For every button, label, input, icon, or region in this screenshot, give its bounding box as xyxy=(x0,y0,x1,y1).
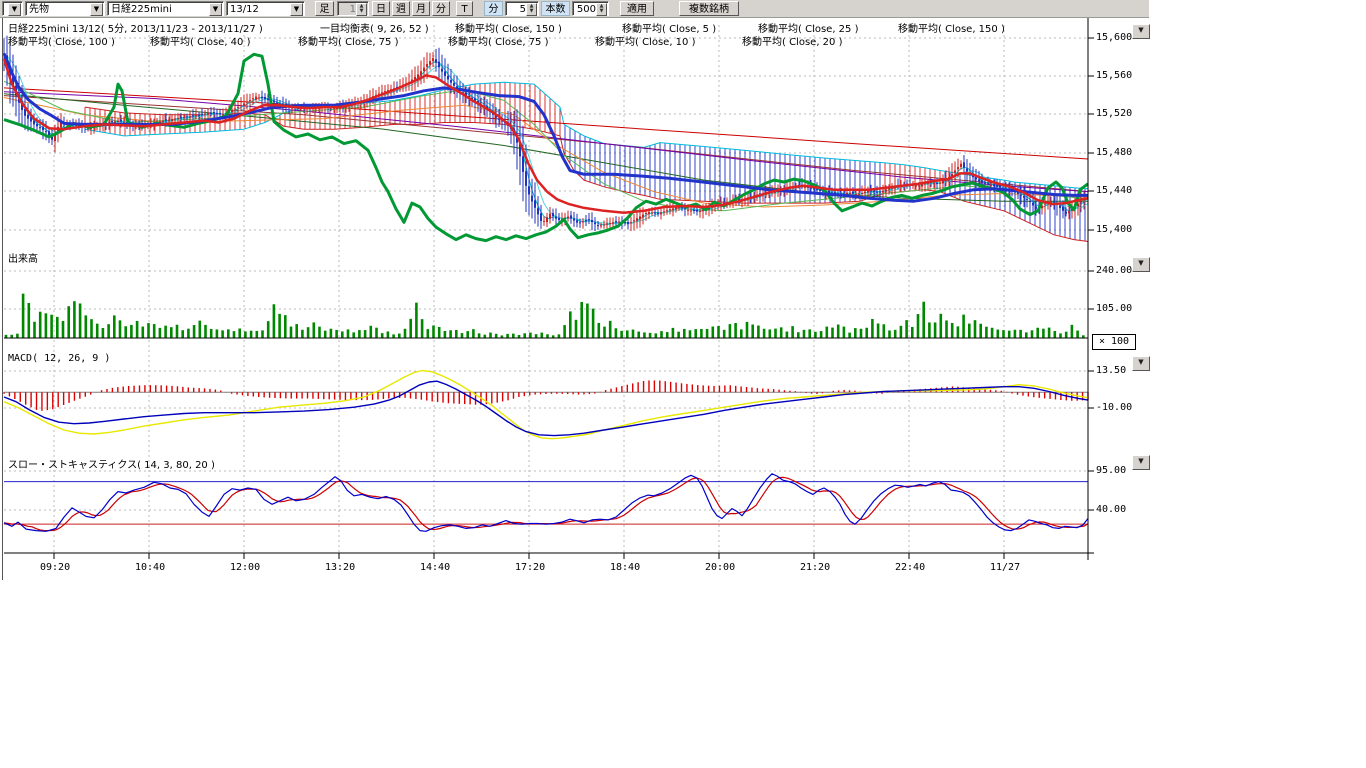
mini-dropdown[interactable]: ▼ xyxy=(2,1,23,16)
minute-value-stepper[interactable]: 5▲▼ xyxy=(505,1,539,16)
price-panel-menu-button[interactable]: ▼ xyxy=(1132,24,1150,39)
y-axis-label: 13.50 xyxy=(1096,365,1126,376)
chart-application-window: ▼ 先物▼ 日経225mini▼ 13/12▼ 足 1▲▼ 日 週 月 分 T … xyxy=(0,0,1149,580)
macd-panel-label: MACD( 12, 26, 9 ) xyxy=(8,353,110,364)
y-axis-label: 240.00 xyxy=(1096,265,1132,276)
y-axis-label: 105.00 xyxy=(1096,303,1132,314)
x-axis-label: 09:20 xyxy=(40,562,70,573)
legend-item: 移動平均( Close, 10 ) xyxy=(595,33,695,48)
chevron-down-icon: ▼ xyxy=(1138,358,1143,366)
x-axis-label: 18:40 xyxy=(610,562,640,573)
minute-button[interactable]: 分 xyxy=(432,1,450,16)
chevron-down-icon: ▼ xyxy=(1138,457,1143,465)
ashi-button[interactable]: 足 xyxy=(315,1,334,16)
toolbar: ▼ 先物▼ 日経225mini▼ 13/12▼ 足 1▲▼ 日 週 月 分 T … xyxy=(0,0,1149,18)
week-button[interactable]: 週 xyxy=(392,1,410,16)
volume-panel-menu-button[interactable]: ▼ xyxy=(1132,257,1150,272)
x-axis-label: 10:40 xyxy=(135,562,165,573)
y-axis-label: 40.00 xyxy=(1096,504,1126,515)
stochastics-panel-label: スロー・ストキャスティクス( 14, 3, 80, 20 ) xyxy=(8,456,215,471)
x-axis-label: 17:20 xyxy=(515,562,545,573)
macd-panel xyxy=(4,371,1088,439)
legend-item: 移動平均( Close, 75 ) xyxy=(448,33,548,48)
chevron-down-icon[interactable]: ▼ xyxy=(90,3,103,16)
y-axis-label: 15,480 xyxy=(1096,147,1132,158)
volume-multiplier-badge: × 100 xyxy=(1092,334,1136,350)
volume-panel-label: 出来高 xyxy=(8,250,38,265)
legend-item: 移動平均( Close, 100 ) xyxy=(8,33,115,48)
minute-unit-label: 分 xyxy=(484,1,503,16)
spinner-arrows-icon[interactable]: ▲▼ xyxy=(596,3,607,16)
x-axis-label: 11/27 xyxy=(990,562,1020,573)
y-axis-label: 95.00 xyxy=(1096,465,1126,476)
month-button[interactable]: 月 xyxy=(412,1,430,16)
stoch-panel-menu-button[interactable]: ▼ xyxy=(1132,455,1150,470)
y-axis-label: 15,520 xyxy=(1096,108,1132,119)
spinner-arrows-icon[interactable]: ▲▼ xyxy=(526,3,537,16)
x-axis-label: 21:20 xyxy=(800,562,830,573)
day-button[interactable]: 日 xyxy=(372,1,390,16)
y-axis-label: 15,600 xyxy=(1096,32,1132,43)
chevron-down-icon[interactable]: ▼ xyxy=(8,3,21,16)
market-select[interactable]: 先物▼ xyxy=(25,1,105,16)
y-axis-label: 15,400 xyxy=(1096,224,1132,235)
multi-symbol-button[interactable]: 複数銘柄 xyxy=(679,1,739,16)
apply-button[interactable]: 適用 xyxy=(620,1,654,16)
legend-item: 移動平均( Close, 150 ) xyxy=(898,20,1005,35)
legend-item: 移動平均( Close, 75 ) xyxy=(298,33,398,48)
x-axis-label: 20:00 xyxy=(705,562,735,573)
legend-item: 移動平均( Close, 40 ) xyxy=(150,33,250,48)
legend-item: 移動平均( Close, 20 ) xyxy=(742,33,842,48)
bars-label: 本数 xyxy=(541,1,570,16)
y-axis-label: 15,560 xyxy=(1096,70,1132,81)
macd-panel-menu-button[interactable]: ▼ xyxy=(1132,356,1150,371)
chevron-down-icon[interactable]: ▼ xyxy=(209,3,222,16)
chart-area: 出来高 MACD( 12, 26, 9 ) スロー・ストキャスティクス( 14,… xyxy=(0,0,1149,580)
spinner-arrows-icon[interactable]: ▲▼ xyxy=(356,3,367,16)
chevron-down-icon: ▼ xyxy=(1138,259,1143,267)
stochastics-panel xyxy=(4,474,1088,532)
chikou-span xyxy=(4,54,1088,240)
x-axis-label: 13:20 xyxy=(325,562,355,573)
chevron-down-icon[interactable]: ▼ xyxy=(290,3,303,16)
x-axis-label: 12:00 xyxy=(230,562,260,573)
contract-select[interactable]: 13/12▼ xyxy=(226,1,305,16)
volume-bars xyxy=(4,294,1088,338)
y-axis-label: 15,440 xyxy=(1096,185,1132,196)
y-axis-label: -10.00 xyxy=(1096,402,1132,413)
bars-value-stepper[interactable]: 500▲▼ xyxy=(572,1,609,16)
window-left-border xyxy=(2,17,3,580)
axes xyxy=(4,17,1094,560)
symbol-select[interactable]: 日経225mini▼ xyxy=(107,1,224,16)
x-axis-label: 22:40 xyxy=(895,562,925,573)
chevron-down-icon: ▼ xyxy=(1138,26,1143,34)
t-button[interactable]: T xyxy=(456,1,473,16)
x-axis-label: 14:40 xyxy=(420,562,450,573)
interval-stepper[interactable]: 1▲▼ xyxy=(337,1,369,16)
chart-canvas[interactable] xyxy=(0,0,1149,580)
gridlines xyxy=(4,25,1088,552)
